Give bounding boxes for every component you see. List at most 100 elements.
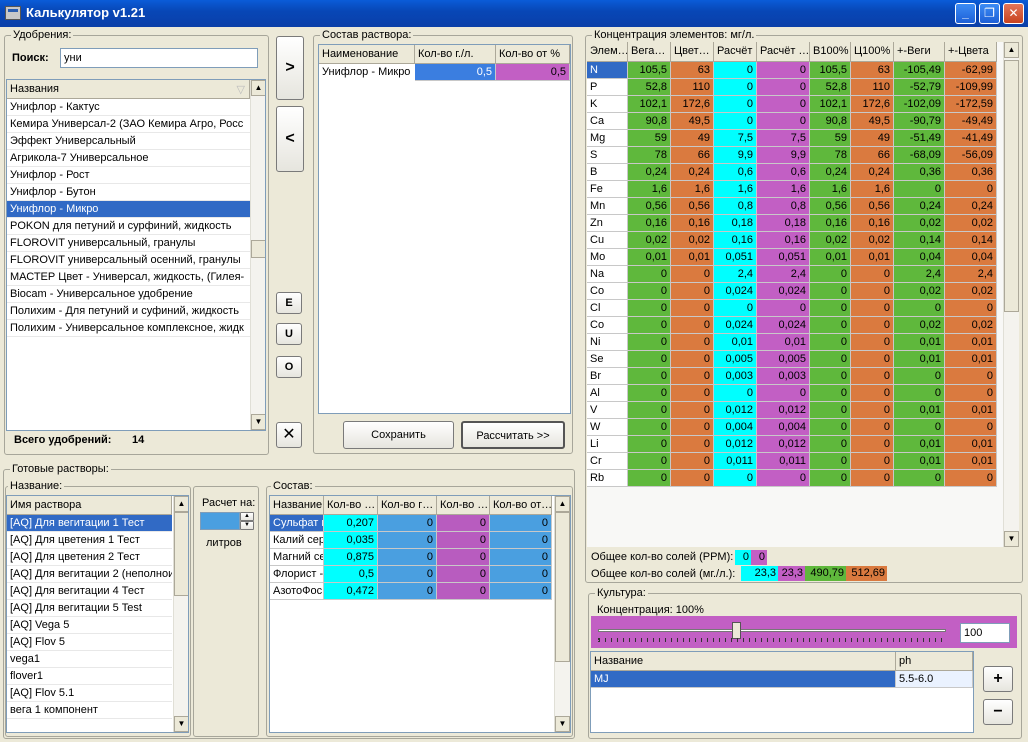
- solution-row-gl[interactable]: 0,5: [415, 64, 496, 81]
- concentration-cell[interactable]: 0,024: [757, 283, 810, 300]
- concentration-cell[interactable]: 0: [810, 368, 851, 385]
- composition-name-cell[interactable]: АзотоФос: [270, 583, 324, 600]
- element-name-cell[interactable]: S: [587, 147, 628, 164]
- concentration-cell[interactable]: 0,012: [757, 436, 810, 453]
- concentration-cell[interactable]: 66: [671, 147, 714, 164]
- concentration-cell[interactable]: 0,04: [894, 249, 945, 266]
- concentration-cell[interactable]: 0: [851, 470, 894, 487]
- concentration-cell[interactable]: 78: [810, 147, 851, 164]
- save-button[interactable]: Сохранить: [343, 421, 454, 449]
- concentration-cell[interactable]: 0,14: [894, 232, 945, 249]
- culture-row-ph[interactable]: 5.5-6.0: [896, 671, 973, 688]
- e-button[interactable]: E: [276, 292, 302, 314]
- concentration-cell[interactable]: 0,36: [945, 164, 997, 181]
- scroll-up-icon[interactable]: ▲: [174, 496, 188, 512]
- concentration-cell[interactable]: 0: [945, 419, 997, 436]
- concentration-cell[interactable]: -41,49: [945, 130, 997, 147]
- composition-cell[interactable]: 0: [490, 583, 552, 600]
- composition-cell[interactable]: 0: [490, 532, 552, 549]
- concentration-cell[interactable]: 0: [628, 402, 671, 419]
- concentration-grid[interactable]: Элем… Вега… Цвет… Расчёт Расчёт … В100% Ц100% +…: [587, 42, 1019, 547]
- ready-solution-item[interactable]: [AQ] Для вегитации 1 Тест: [7, 515, 172, 532]
- concentration-cell[interactable]: 0: [810, 351, 851, 368]
- concentration-cell[interactable]: 0: [628, 283, 671, 300]
- concentration-cell[interactable]: 0,01: [714, 334, 757, 351]
- concentration-cell[interactable]: 0: [714, 470, 757, 487]
- composition-cell[interactable]: 0: [378, 549, 437, 566]
- concentration-cell[interactable]: -102,09: [894, 96, 945, 113]
- composition-header[interactable]: Кол-во …: [437, 496, 490, 515]
- concentration-cell[interactable]: 7,5: [714, 130, 757, 147]
- concentration-cell[interactable]: -109,99: [945, 79, 997, 96]
- concentration-cell[interactable]: 0,02: [628, 232, 671, 249]
- concentration-cell[interactable]: 0: [628, 385, 671, 402]
- concentration-cell[interactable]: 0,024: [757, 317, 810, 334]
- fertilizer-item[interactable]: Унифлор - Микро: [7, 201, 250, 218]
- fertilizer-item[interactable]: Полихим - Для петуний и суфиний, жидкост…: [7, 303, 250, 320]
- concentration-cell[interactable]: 0: [714, 62, 757, 79]
- composition-cell[interactable]: 0,035: [324, 532, 378, 549]
- concentration-cell[interactable]: 172,6: [851, 96, 894, 113]
- scroll-up-icon[interactable]: ▲: [251, 80, 265, 96]
- concentration-cell[interactable]: 49: [671, 130, 714, 147]
- concentration-value-input[interactable]: [960, 623, 1010, 643]
- concentration-cell[interactable]: 0,8: [714, 198, 757, 215]
- composition-header[interactable]: Название: [270, 496, 324, 515]
- concentration-cell[interactable]: 59: [810, 130, 851, 147]
- scroll-thumb[interactable]: [174, 512, 188, 596]
- concentration-cell[interactable]: 0: [757, 470, 810, 487]
- element-name-cell[interactable]: Mg: [587, 130, 628, 147]
- concentration-cell[interactable]: 90,8: [628, 113, 671, 130]
- composition-cell[interactable]: 0: [378, 515, 437, 532]
- solution-grid[interactable]: Наименование Кол-во г./л. Кол-во от % Ун…: [318, 44, 571, 414]
- concentration-cell[interactable]: 0,16: [757, 232, 810, 249]
- concentration-cell[interactable]: 7,5: [757, 130, 810, 147]
- composition-cell[interactable]: 0: [378, 583, 437, 600]
- search-input[interactable]: [60, 48, 258, 68]
- concentration-cell[interactable]: 0,004: [757, 419, 810, 436]
- concentration-cell[interactable]: 0,02: [894, 317, 945, 334]
- concentration-cell[interactable]: 110: [671, 79, 714, 96]
- ready-solution-item[interactable]: [AQ] Для вегитации 5 Test: [7, 600, 172, 617]
- concentration-cell[interactable]: 0,003: [757, 368, 810, 385]
- element-name-cell[interactable]: Ni: [587, 334, 628, 351]
- concentration-cell[interactable]: 0: [757, 113, 810, 130]
- concentration-cell[interactable]: 0: [894, 419, 945, 436]
- concentration-cell[interactable]: 0: [851, 334, 894, 351]
- culture-header-name[interactable]: Название: [591, 652, 896, 671]
- fertilizer-list-header[interactable]: Названия ▽: [7, 80, 250, 99]
- element-name-cell[interactable]: Mn: [587, 198, 628, 215]
- spin-up-icon[interactable]: ▲: [240, 512, 254, 521]
- concentration-cell[interactable]: -90,79: [894, 113, 945, 130]
- ready-solution-item[interactable]: вега 1 компонент: [7, 702, 172, 719]
- concentration-cell[interactable]: 0: [810, 419, 851, 436]
- concentration-cell[interactable]: 0: [851, 300, 894, 317]
- concentration-cell[interactable]: 9,9: [757, 147, 810, 164]
- liters-input[interactable]: [200, 512, 240, 530]
- concentration-cell[interactable]: 0: [945, 181, 997, 198]
- concentration-cell[interactable]: 0,051: [714, 249, 757, 266]
- concentration-cell[interactable]: 0,24: [851, 164, 894, 181]
- scroll-thumb[interactable]: [1004, 60, 1019, 312]
- element-name-cell[interactable]: Li: [587, 436, 628, 453]
- element-name-cell[interactable]: Se: [587, 351, 628, 368]
- ready-solution-item[interactable]: flover1: [7, 668, 172, 685]
- concentration-cell[interactable]: 0,011: [757, 453, 810, 470]
- concentration-cell[interactable]: 0,01: [628, 249, 671, 266]
- ready-solution-item[interactable]: [AQ] Для вегитации 2 (неполнoи: [7, 566, 172, 583]
- ready-solution-item[interactable]: [AQ] Для цветения 1 Тест: [7, 532, 172, 549]
- concentration-cell[interactable]: 0,02: [671, 232, 714, 249]
- composition-name-cell[interactable]: Флорист -: [270, 566, 324, 583]
- concentration-cell[interactable]: 0,012: [714, 402, 757, 419]
- concentration-cell[interactable]: 0: [628, 368, 671, 385]
- element-name-cell[interactable]: Cu: [587, 232, 628, 249]
- concentration-cell[interactable]: 0: [810, 402, 851, 419]
- concentration-cell[interactable]: 0: [851, 436, 894, 453]
- concentration-cell[interactable]: 0,16: [851, 215, 894, 232]
- scroll-thumb[interactable]: [251, 240, 265, 258]
- concentration-cell[interactable]: 0: [757, 62, 810, 79]
- concentration-cell[interactable]: -68,09: [894, 147, 945, 164]
- concentration-cell[interactable]: 0,24: [894, 198, 945, 215]
- fertilizer-item[interactable]: FLOROVIT универсальный, гранулы: [7, 235, 250, 252]
- solution-row-pct[interactable]: 0,5: [496, 64, 570, 81]
